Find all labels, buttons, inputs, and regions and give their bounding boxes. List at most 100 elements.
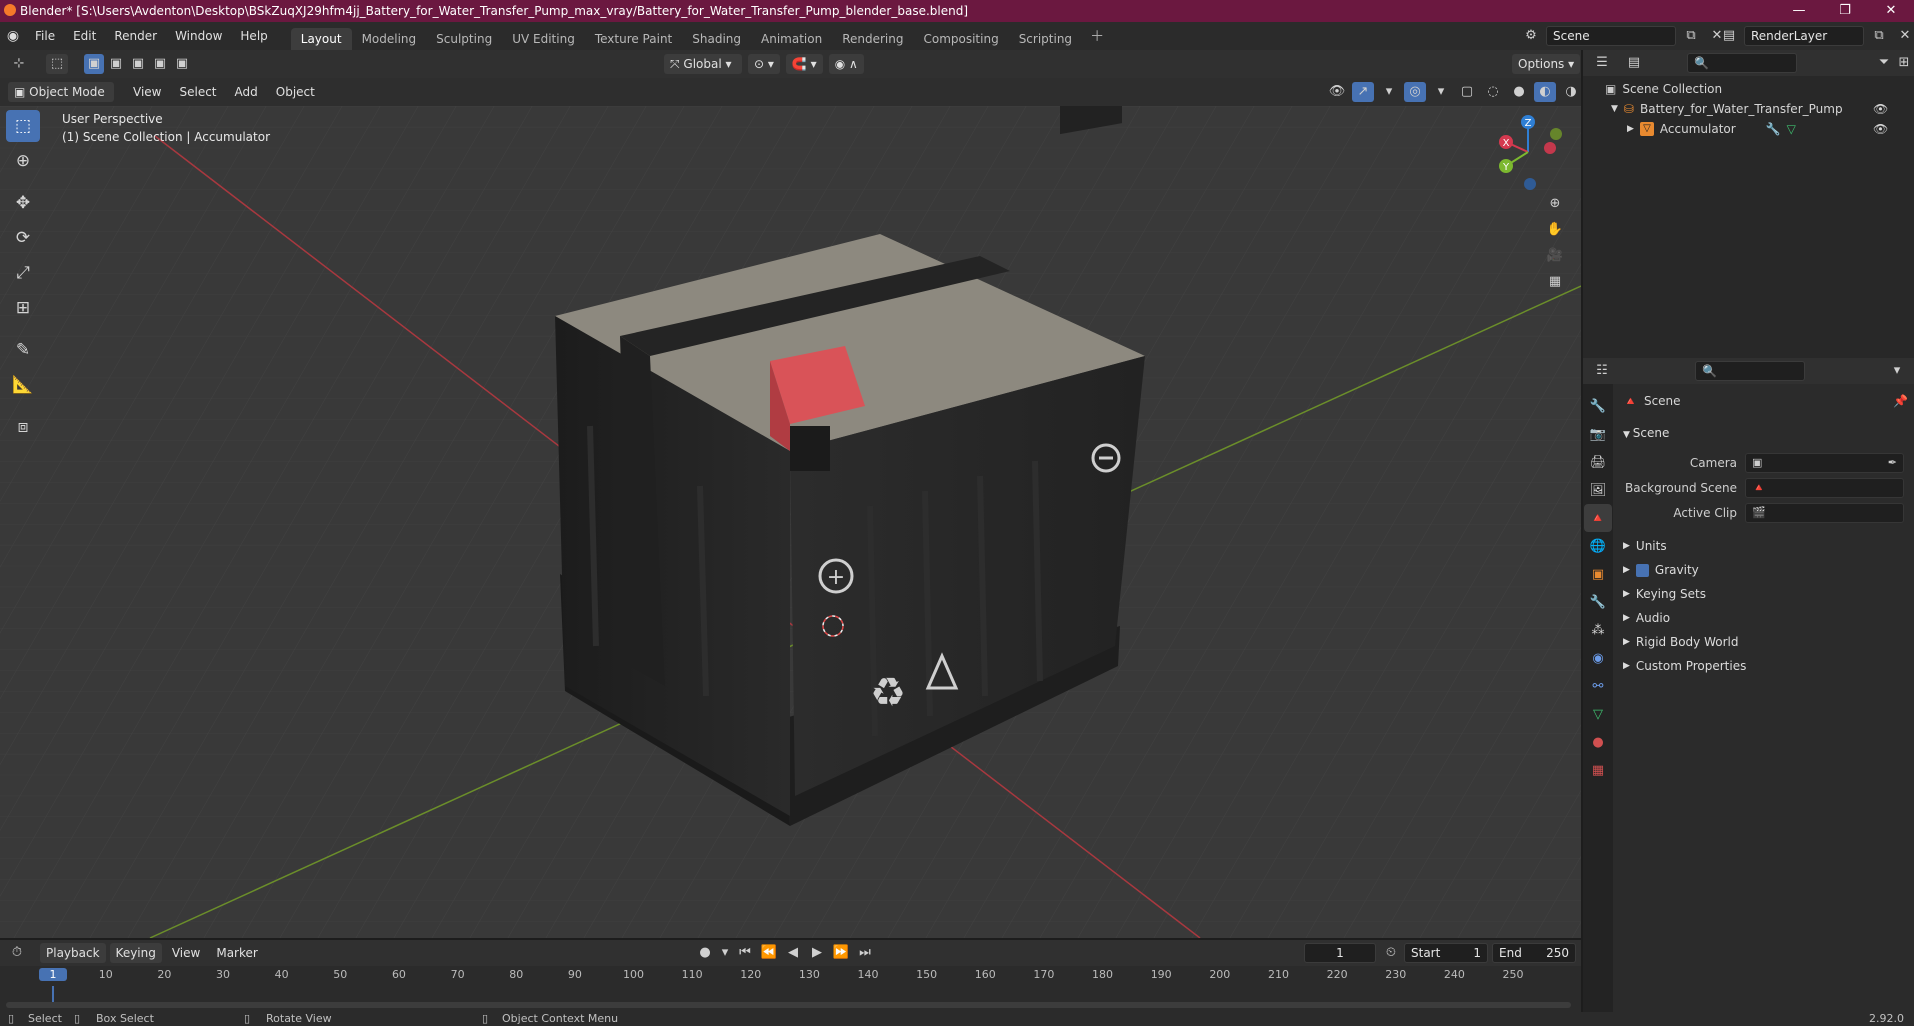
select-box-tool-icon[interactable]: ⬚ (6, 110, 40, 142)
properties-editor-icon[interactable]: ☷ (1591, 361, 1613, 381)
outliner-search-input[interactable]: 🔍 (1687, 53, 1797, 73)
play-icon[interactable]: ▶ (806, 943, 828, 963)
texture-tab-icon[interactable]: ▦ (1584, 756, 1612, 784)
select-tool-icon[interactable]: ⬚ (46, 54, 68, 74)
subpanel-gravity[interactable]: ▶ Gravity (1623, 558, 1904, 582)
expand-arrow-icon[interactable]: ▶ (1627, 124, 1634, 134)
timeline-menu-playback[interactable]: Playback (40, 943, 106, 963)
data-tab-icon[interactable]: ▽ (1584, 700, 1612, 728)
visibility-icon[interactable]: 👁 (1326, 82, 1348, 102)
timeline-menu-keying[interactable]: Keying (109, 943, 162, 963)
scene-panel-header[interactable]: ▼ Scene (1623, 422, 1904, 444)
tab-rendering[interactable]: Rendering (832, 28, 913, 50)
filter-icon[interactable]: ⏷ (1873, 53, 1895, 73)
tab-texture-paint[interactable]: Texture Paint (585, 28, 682, 50)
physics-tab-icon[interactable]: ◉ (1584, 644, 1612, 672)
tab-scripting[interactable]: Scripting (1009, 28, 1082, 50)
scene-icon[interactable]: ⚙ (1520, 26, 1542, 46)
material-tab-icon[interactable]: ● (1584, 728, 1612, 756)
jump-start-icon[interactable]: ⏮ (734, 943, 756, 963)
rotate-tool-icon[interactable]: ⟳ (6, 222, 40, 254)
transform-orientation-dropdown[interactable]: ⤧ Global ▾ (664, 54, 742, 74)
menu-window[interactable]: Window (166, 22, 231, 50)
output-tab-icon[interactable]: 🖨 (1584, 448, 1612, 476)
cursor-tool-icon[interactable]: ⊕ (6, 145, 40, 177)
visibility-eye-icon[interactable]: 👁 (1873, 122, 1888, 136)
menu-edit[interactable]: Edit (64, 22, 105, 50)
viewport-menu-add[interactable]: Add (226, 82, 267, 102)
new-renderlayer-icon[interactable]: ⧉ (1868, 26, 1890, 46)
gizmo-dropdown-icon[interactable]: ▾ (1378, 82, 1400, 102)
tool-tab-icon[interactable]: 🔧 (1584, 392, 1612, 420)
move-tool-icon[interactable]: ✥ (6, 187, 40, 219)
view-layer-tab-icon[interactable]: 🖼 (1584, 476, 1612, 504)
gizmo-neg-x-icon[interactable] (1544, 142, 1556, 154)
subpanel-keying-sets[interactable]: ▶ Keying Sets (1623, 582, 1904, 606)
overlay-dropdown-icon[interactable]: ▾ (1430, 82, 1452, 102)
extend-selection-icon[interactable]: ▣ (106, 54, 126, 74)
playhead[interactable] (52, 986, 54, 1002)
preview-range-icon[interactable]: ⏲ (1380, 943, 1402, 963)
outliner-editor-icon[interactable]: ☰ (1591, 53, 1613, 73)
delete-renderlayer-icon[interactable]: ✕ (1894, 26, 1914, 46)
transform-tool-icon[interactable]: ⊞ (6, 292, 40, 324)
subpanel-units[interactable]: ▶ Units (1623, 534, 1904, 558)
particles-tab-icon[interactable]: ⁂ (1584, 616, 1612, 644)
navigation-gizmo[interactable]: Z X Y (1488, 110, 1568, 194)
scale-tool-icon[interactable]: ⤢ (6, 257, 40, 289)
overlay-toggle-icon[interactable]: ◎ (1404, 82, 1426, 102)
object-tab-icon[interactable]: ▣ (1584, 560, 1612, 588)
current-frame-field[interactable]: 1 (1304, 943, 1376, 963)
tab-animation[interactable]: Animation (751, 28, 832, 50)
scene-tab-icon[interactable]: 🔺 (1584, 504, 1612, 532)
timeline-menu-marker[interactable]: Marker (210, 943, 263, 963)
gizmo-toggle-icon[interactable]: ↗ (1352, 82, 1374, 102)
xray-toggle-icon[interactable]: ▢ (1456, 82, 1478, 102)
background-scene-field[interactable]: 🔺 (1745, 478, 1904, 498)
mode-dropdown[interactable]: ▣ Object Mode ▾ (8, 82, 114, 119)
ortho-grid-icon[interactable]: ▦ (1544, 272, 1566, 292)
timeline-editor-icon[interactable]: ⏱ (6, 943, 28, 963)
record-icon[interactable]: ● (694, 943, 716, 963)
3d-viewport[interactable]: + ♻ ⬚ ⊕ ✥ ⟳ ⤢ ⊞ ✎ 📐 ⧈ User Perspective (… (0, 106, 1581, 938)
zoom-icon[interactable]: ⊕ (1544, 194, 1566, 214)
outliner-item[interactable]: ▶ ▽ Accumulator 🔧 ▽ 👁 (1627, 119, 1911, 138)
renderlayer-field[interactable]: RenderLayer (1744, 26, 1864, 46)
tab-uv-editing[interactable]: UV Editing (502, 28, 585, 50)
viewport-menu-object[interactable]: Object (267, 82, 324, 102)
subtract-selection-icon[interactable]: ▣ (128, 54, 148, 74)
visibility-eye-icon[interactable]: 👁 (1873, 102, 1888, 116)
subpanel-rigid-body-world[interactable]: ▶ Rigid Body World (1623, 630, 1904, 654)
subpanel-audio[interactable]: ▶ Audio (1623, 606, 1904, 630)
menu-file[interactable]: File (26, 22, 64, 50)
camera-field[interactable]: ▣ ✒ (1745, 453, 1904, 473)
snap-toggle[interactable]: 🧲 ▾ (785, 54, 823, 74)
play-reverse-icon[interactable]: ◀ (782, 943, 804, 963)
intersect-selection-icon[interactable]: ▣ (172, 54, 192, 74)
add-cube-tool-icon[interactable]: ⧈ (6, 411, 40, 443)
end-frame-field[interactable]: End 250 (1492, 943, 1576, 963)
editor-type-icon[interactable]: ⊹ (8, 54, 30, 74)
start-frame-field[interactable]: Start 1 (1404, 943, 1488, 963)
minimize-button[interactable]: — (1776, 0, 1822, 22)
gizmo-neg-z-icon[interactable] (1524, 178, 1536, 190)
renderlayer-icon[interactable]: ▤ (1718, 26, 1740, 46)
prev-keyframe-icon[interactable]: ⏪ (758, 943, 780, 963)
pin-icon[interactable]: 📌 (1893, 394, 1908, 408)
gravity-checkbox[interactable] (1635, 563, 1649, 577)
subpanel-custom-properties[interactable]: ▶ Custom Properties (1623, 654, 1904, 678)
tab-sculpting[interactable]: Sculpting (426, 28, 502, 50)
viewport-menu-select[interactable]: Select (170, 82, 225, 102)
record-options-icon[interactable]: ▾ (718, 943, 732, 963)
world-tab-icon[interactable]: 🌐 (1584, 532, 1612, 560)
close-button[interactable]: ✕ (1868, 0, 1914, 22)
annotate-tool-icon[interactable]: ✎ (6, 334, 40, 366)
timeline-scrollbar[interactable] (6, 1002, 1571, 1008)
gizmo-neg-y-icon[interactable] (1550, 128, 1562, 140)
new-collection-icon[interactable]: ⊞ (1893, 53, 1914, 73)
tab-shading[interactable]: Shading (682, 28, 751, 50)
add-workspace-icon[interactable]: ＋ (1082, 26, 1112, 46)
menu-render[interactable]: Render (105, 22, 166, 50)
proportional-edit-toggle[interactable]: ◉ ∧ (828, 54, 864, 74)
properties-options-icon[interactable]: ▾ (1886, 361, 1908, 381)
